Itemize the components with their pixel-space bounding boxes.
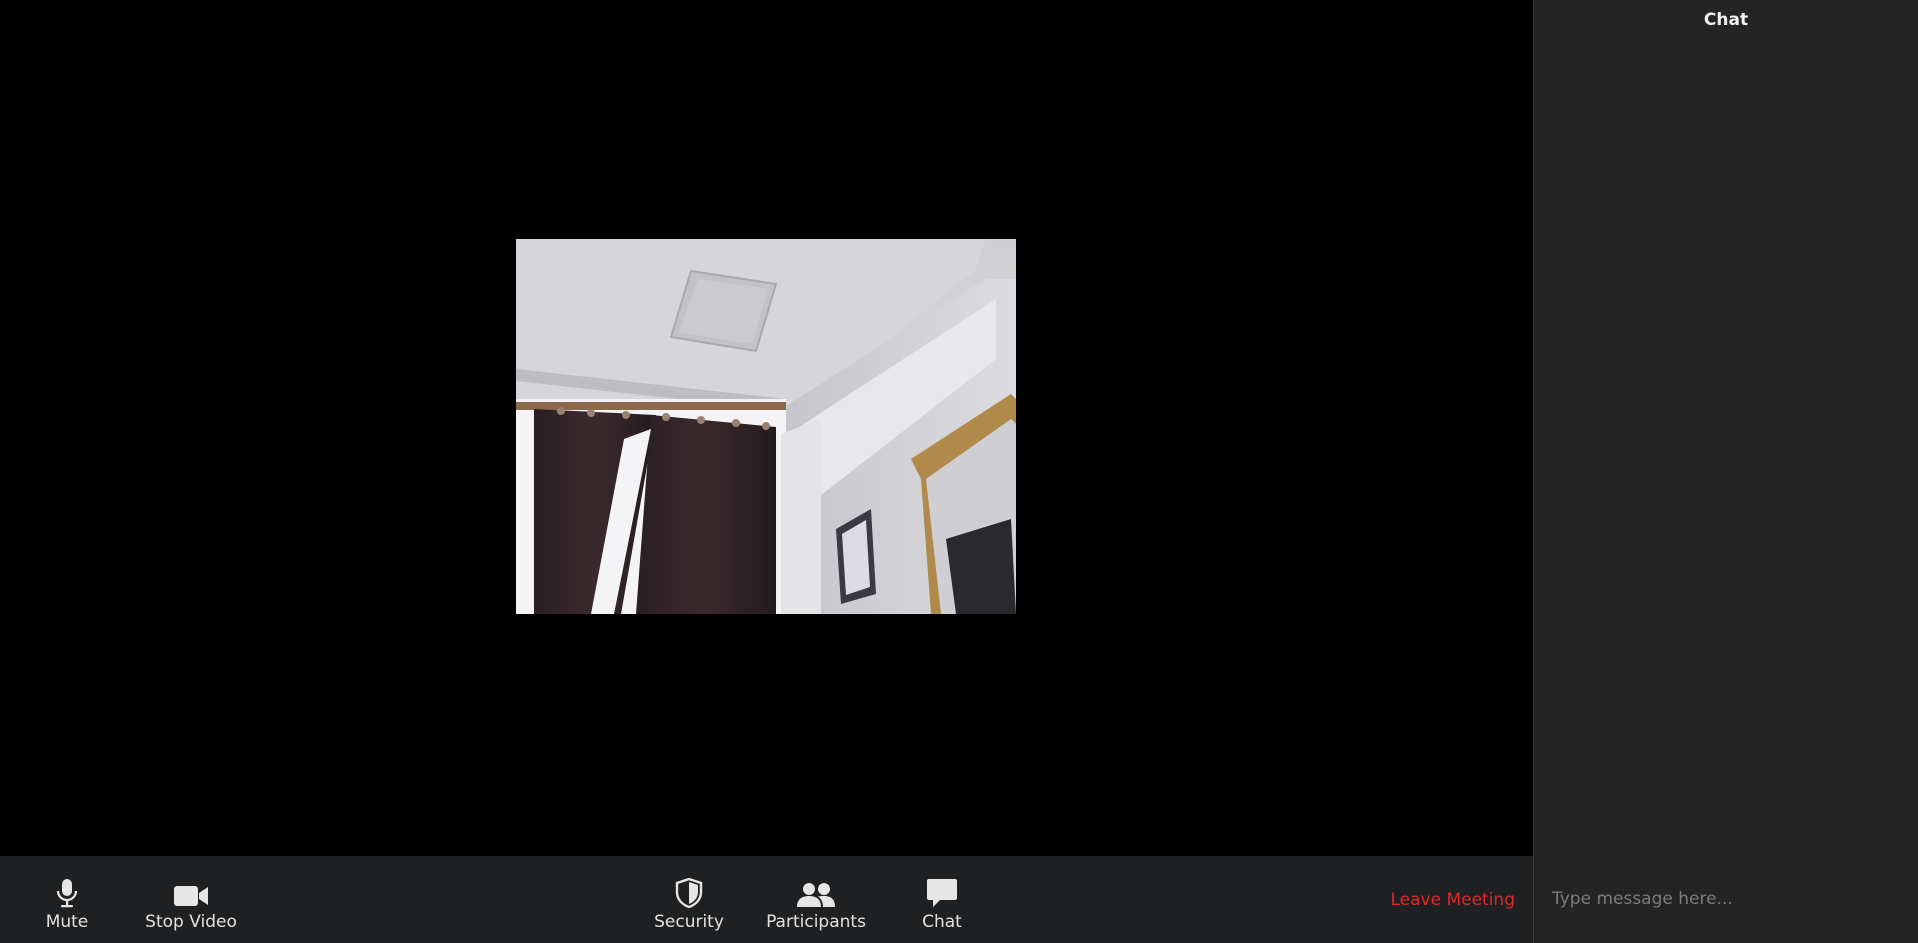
security-button[interactable]: Security <box>648 856 730 943</box>
mute-label: Mute <box>45 911 89 932</box>
security-label: Security <box>654 911 724 932</box>
chat-panel: Chat <box>1533 0 1918 943</box>
chat-label: Chat <box>922 911 962 932</box>
chat-message-list[interactable] <box>1534 40 1918 856</box>
self-video-feed[interactable] <box>516 239 1016 614</box>
chat-button[interactable]: Chat <box>902 856 982 943</box>
microphone-icon <box>56 876 78 908</box>
leave-meeting-button[interactable]: Leave Meeting <box>1390 856 1515 943</box>
stop-video-button[interactable]: Stop Video <box>138 856 244 943</box>
participants-label: Participants <box>766 911 866 932</box>
chat-bubble-icon <box>926 876 958 908</box>
meeting-area: Mute Stop Video Security Participants Ch… <box>0 0 1533 943</box>
video-area <box>0 0 1533 856</box>
meeting-window: Mute Stop Video Security Participants Ch… <box>0 0 1918 943</box>
shield-icon <box>675 876 703 908</box>
meeting-toolbar: Mute Stop Video Security Participants Ch… <box>0 856 1533 943</box>
stop-video-label: Stop Video <box>145 911 237 932</box>
participants-button[interactable]: Participants <box>758 856 874 943</box>
chat-message-input[interactable] <box>1552 882 1902 916</box>
mute-button[interactable]: Mute <box>30 856 104 943</box>
video-camera-icon <box>173 876 209 908</box>
chat-input-area <box>1534 856 1918 943</box>
participants-icon <box>796 876 836 908</box>
camera-frame-image <box>516 239 1016 614</box>
chat-panel-title: Chat <box>1703 10 1749 30</box>
